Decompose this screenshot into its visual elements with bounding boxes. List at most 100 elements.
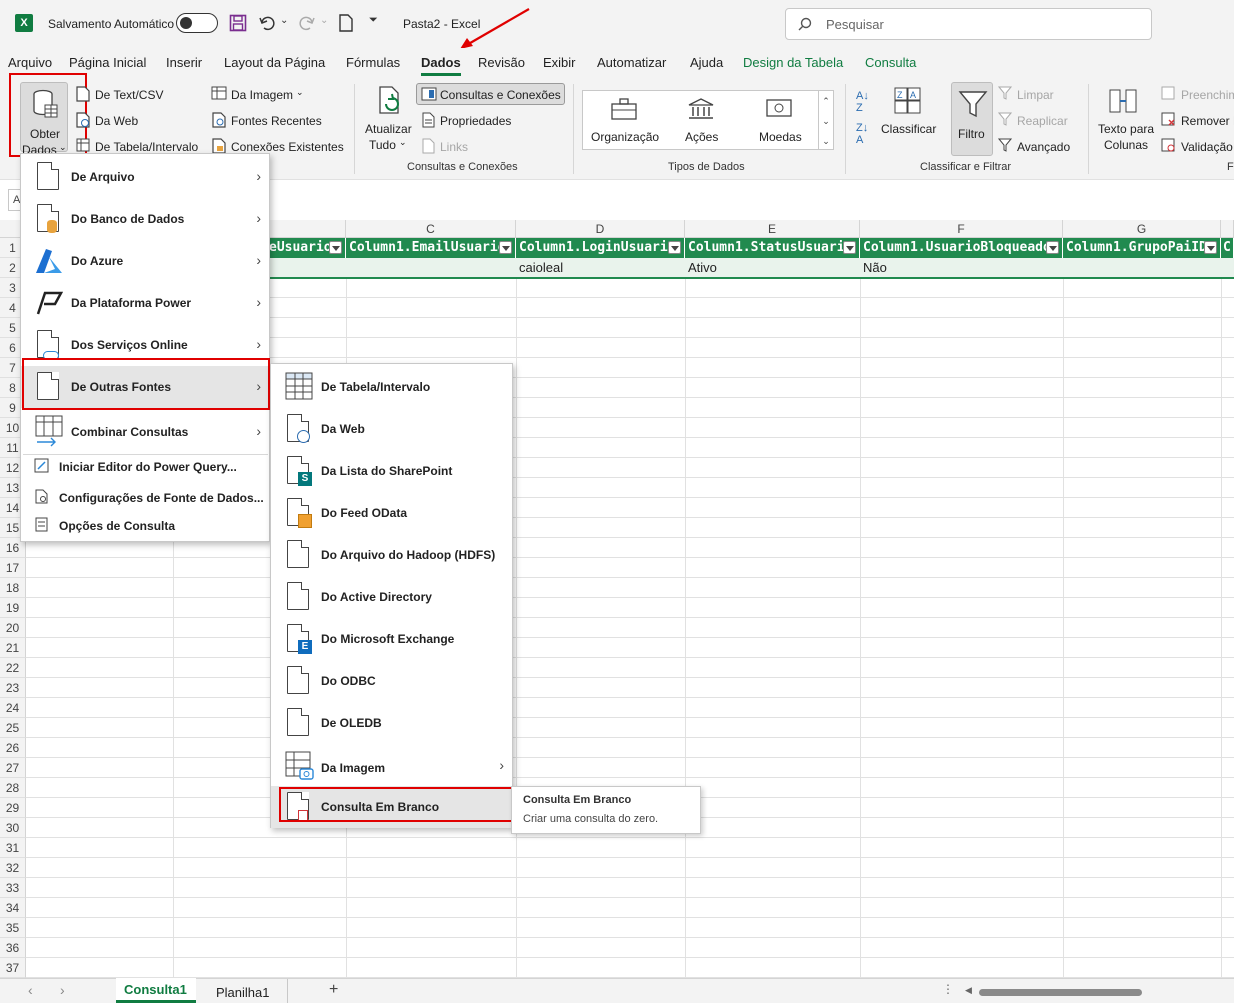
sheet-prev-icon[interactable]: ‹ <box>28 982 33 998</box>
undo-dropdown-icon[interactable]: ⌄ <box>280 15 288 26</box>
reapply-filter[interactable]: Reaplicar <box>1017 114 1068 128</box>
tab-inserir[interactable]: Inserir <box>166 55 202 70</box>
redo-icon[interactable] <box>298 14 316 32</box>
row-header[interactable]: 24 <box>0 698 26 718</box>
tab-ajuda[interactable]: Ajuda <box>690 55 723 70</box>
sheet-tab-consulta1[interactable]: Consulta1 <box>116 978 196 1003</box>
row-header[interactable]: 21 <box>0 638 26 658</box>
hscroll-left-icon[interactable]: ◀ <box>965 985 972 996</box>
column-header-g[interactable]: G <box>1063 220 1221 238</box>
table-header-cell[interactable]: C <box>1221 238 1234 258</box>
tab-arquivo[interactable]: Arquivo <box>8 55 52 70</box>
menu-item-query-options[interactable]: Opções de Consulta <box>21 507 269 535</box>
search-box[interactable]: Pesquisar <box>785 8 1152 40</box>
row-header[interactable]: 30 <box>0 818 26 838</box>
filter-dropdown-icon[interactable] <box>499 241 512 254</box>
row-header[interactable]: 35 <box>0 918 26 938</box>
tab-dados[interactable]: Dados <box>421 55 461 70</box>
flash-fill[interactable]: Preenchim <box>1181 88 1234 102</box>
filter-dropdown-icon[interactable] <box>1046 241 1059 254</box>
tab-pagina-inicial[interactable]: Página Inicial <box>69 55 146 70</box>
refresh-dropdown-icon[interactable]: ⌄ <box>399 137 407 148</box>
menu-item-from-file[interactable]: De Arquivo › <box>21 156 269 198</box>
row-header[interactable]: 36 <box>0 938 26 958</box>
tab-exibir[interactable]: Exibir <box>543 55 576 70</box>
menu-item-from-active-directory[interactable]: Do Active Directory <box>271 576 512 618</box>
table-cell[interactable]: Não <box>860 258 1063 278</box>
filter-dropdown-icon[interactable] <box>1204 241 1217 254</box>
column-header-c[interactable]: C <box>346 220 516 238</box>
from-image[interactable]: Da Imagem <box>231 88 293 102</box>
tab-automatizar[interactable]: Automatizar <box>597 55 666 70</box>
sort-button[interactable]: Classificar <box>881 122 936 136</box>
from-image-dropdown-icon[interactable]: ⌄ <box>296 87 304 98</box>
table-header-cell[interactable]: Column1.EmailUsuario <box>346 238 516 258</box>
row-header[interactable]: 32 <box>0 858 26 878</box>
menu-item-launch-power-query[interactable]: Iniciar Editor do Power Query... <box>21 448 269 476</box>
menu-item-combine-queries[interactable]: Combinar Consultas › <box>21 411 269 453</box>
gallery-scroll[interactable]: ⌃ ⌄ ⌄ <box>818 90 834 150</box>
add-sheet-icon[interactable]: + <box>329 981 338 999</box>
row-header[interactable]: 37 <box>0 958 26 978</box>
table-cell[interactable]: caioleal <box>516 258 685 278</box>
menu-item-from-odata-feed[interactable]: Do Feed OData <box>271 492 512 534</box>
autosave-toggle[interactable] <box>176 13 218 33</box>
menu-item-from-table-range[interactable]: De Tabela/Intervalo <box>271 366 512 408</box>
text-to-columns-label-1[interactable]: Texto para <box>1098 122 1154 136</box>
redo-dropdown-icon[interactable]: ⌄ <box>320 15 328 26</box>
data-type-currencies[interactable]: Moedas <box>759 130 802 144</box>
more-options-icon[interactable]: ⋮ <box>942 982 954 996</box>
menu-item-from-azure[interactable]: Do Azure › <box>21 240 269 282</box>
data-type-stocks[interactable]: Ações <box>685 130 718 144</box>
row-header[interactable]: 28 <box>0 778 26 798</box>
tab-revisao[interactable]: Revisão <box>478 55 525 70</box>
horizontal-scrollbar-thumb[interactable] <box>979 989 1142 996</box>
table-header-cell[interactable]: Column1.GrupoPaiID <box>1063 238 1221 258</box>
customize-qat-icon[interactable]: ⏷ <box>369 14 378 27</box>
filter-dropdown-icon[interactable] <box>668 241 681 254</box>
table-header-cell[interactable]: Column1.StatusUsuario <box>685 238 860 258</box>
row-header[interactable]: 31 <box>0 838 26 858</box>
row-header[interactable]: 19 <box>0 598 26 618</box>
tab-consulta[interactable]: Consulta <box>865 55 916 70</box>
row-header[interactable]: 22 <box>0 658 26 678</box>
text-to-columns-label-2[interactable]: Colunas <box>1104 138 1148 152</box>
column-header-f[interactable]: F <box>860 220 1063 238</box>
data-validation[interactable]: Validação <box>1181 140 1233 154</box>
from-web[interactable]: Da Web <box>95 114 138 128</box>
menu-item-from-image[interactable]: Da Imagem › <box>271 745 512 787</box>
links[interactable]: Links <box>440 140 468 154</box>
row-header[interactable]: 34 <box>0 898 26 918</box>
table-header-cell[interactable]: Column1.LoginUsuario <box>516 238 685 258</box>
advanced-filter[interactable]: Avançado <box>1017 140 1070 154</box>
filter-dropdown-icon[interactable] <box>843 241 856 254</box>
menu-item-from-hadoop[interactable]: Do Arquivo do Hadoop (HDFS) <box>271 534 512 576</box>
sheet-tab-planilha1[interactable]: Planilha1 <box>204 979 288 1003</box>
row-header[interactable]: 27 <box>0 758 26 778</box>
tab-layout-da-pagina[interactable]: Layout da Página <box>224 55 325 70</box>
data-types-gallery[interactable]: Organização Ações Moedas <box>582 90 834 150</box>
menu-item-from-database[interactable]: Do Banco de Dados › <box>21 198 269 240</box>
filter-button[interactable]: Filtro <box>951 82 993 156</box>
tab-formulas[interactable]: Fórmulas <box>346 55 400 70</box>
sort-za-icon[interactable]: Z↓ A <box>856 122 868 146</box>
existing-connections[interactable]: Conexões Existentes <box>231 140 344 154</box>
row-header[interactable]: 23 <box>0 678 26 698</box>
row-header[interactable]: 25 <box>0 718 26 738</box>
menu-item-from-exchange[interactable]: E Do Microsoft Exchange <box>271 618 512 660</box>
table-header-cell[interactable]: Column1.UsuarioBloqueado <box>860 238 1063 258</box>
column-header-h[interactable] <box>1221 220 1234 238</box>
table-cell[interactable] <box>1221 258 1234 278</box>
undo-icon[interactable] <box>258 14 276 32</box>
table-cell[interactable] <box>346 258 516 278</box>
tab-design-da-tabela[interactable]: Design da Tabela <box>743 55 843 70</box>
filter-dropdown-icon[interactable] <box>329 241 342 254</box>
save-icon[interactable] <box>229 14 247 32</box>
menu-item-from-odbc[interactable]: Do ODBC <box>271 660 512 702</box>
column-header-d[interactable]: D <box>516 220 685 238</box>
data-type-organization[interactable]: Organização <box>591 130 659 144</box>
sort-az-icon[interactable]: A↓ Z <box>856 90 869 114</box>
row-header[interactable]: 26 <box>0 738 26 758</box>
menu-item-data-source-settings[interactable]: Configurações de Fonte de Dados... <box>21 479 269 507</box>
menu-item-from-web[interactable]: Da Web <box>271 408 512 450</box>
